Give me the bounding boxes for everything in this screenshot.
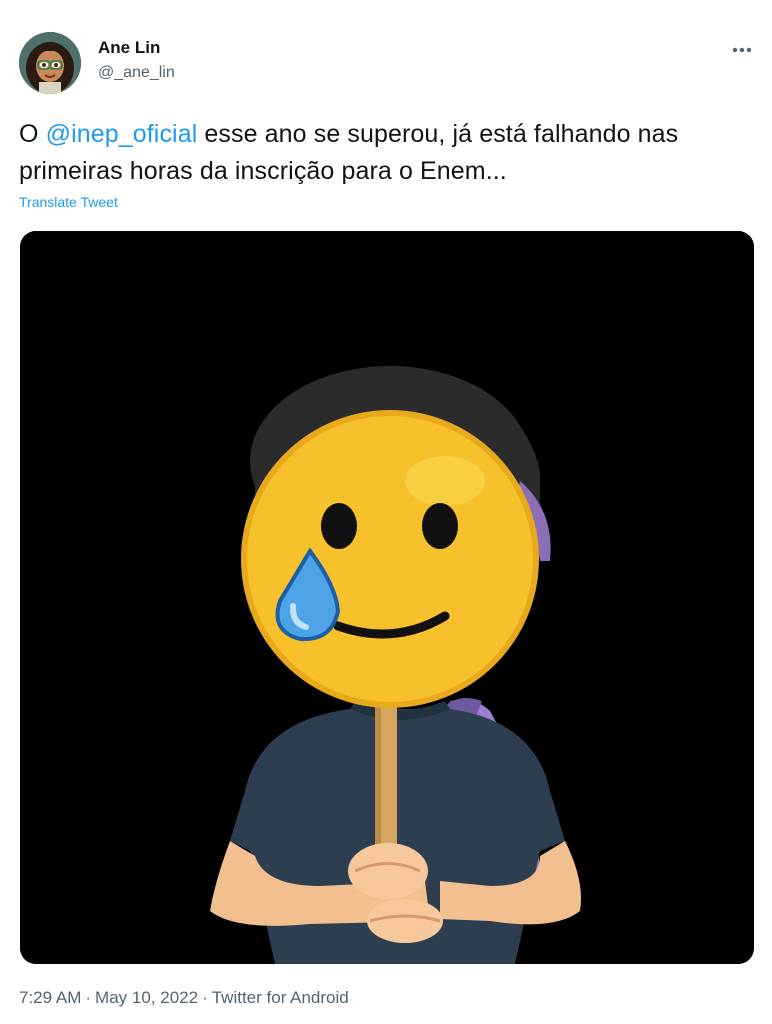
tweet-meta: 7:29 AM · May 10, 2022 · Twitter for Android — [19, 988, 349, 1008]
tweet-time[interactable]: 7:29 AM — [19, 988, 81, 1007]
tweet-text: O @inep_oficial esse ano se superou, já … — [19, 116, 759, 190]
tweet-text-prefix: O — [19, 120, 46, 148]
more-options-icon — [732, 47, 752, 53]
meta-separator: · — [202, 988, 208, 1007]
more-options-button[interactable] — [722, 36, 762, 64]
avatar[interactable] — [19, 32, 81, 94]
tweet-media-image[interactable] — [20, 231, 754, 964]
author-handle[interactable]: @_ane_lin — [98, 64, 175, 82]
mention-link[interactable]: @inep_oficial — [46, 120, 198, 148]
translate-tweet-link[interactable]: Translate Tweet — [19, 194, 118, 210]
cartoon-girl-avatar-icon — [19, 32, 81, 94]
author-display-name[interactable]: Ane Lin — [98, 38, 160, 58]
tweet-source[interactable]: Twitter for Android — [212, 988, 349, 1007]
bitmoji-crying-smiley-mask-image — [20, 231, 754, 964]
tweet-date[interactable]: May 10, 2022 — [95, 988, 198, 1007]
meta-separator: · — [85, 988, 92, 1007]
